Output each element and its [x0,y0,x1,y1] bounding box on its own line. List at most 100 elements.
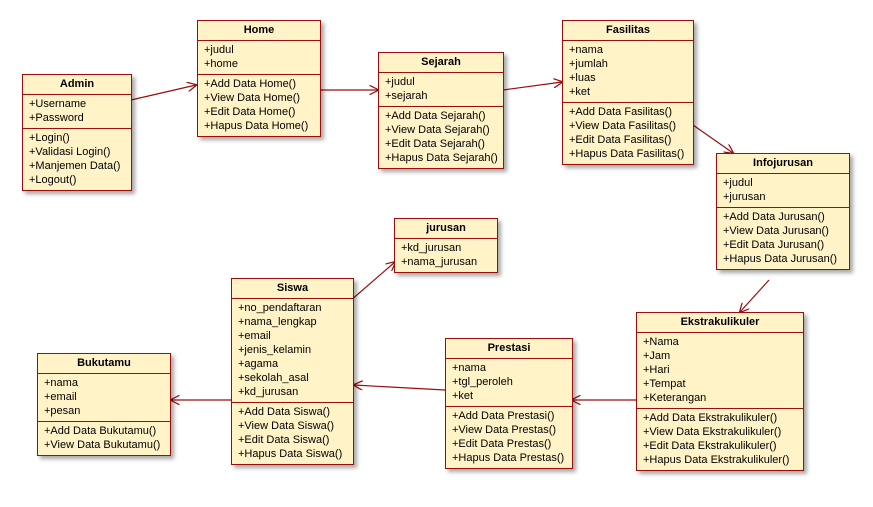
assoc-admin-home [131,85,196,100]
assoc-prestasi-siswa [354,385,445,390]
class-title: Home [198,21,320,41]
ops: +Add Data Bukutamu() +View Data Bukutamu… [38,422,170,455]
op: +Hapus Data Ekstrakulikuler() [643,453,797,467]
op: +Manjemen Data() [29,159,125,173]
op: +Edit Data Siswa() [238,433,347,447]
attr: +jenis_kelamin [238,343,347,357]
attr: +email [44,390,164,404]
attr: +Hari [643,363,797,377]
attr: +home [204,57,314,71]
ops: +Add Data Sejarah() +View Data Sejarah()… [379,107,503,168]
ops: +Login() +Validasi Login() +Manjemen Dat… [23,129,131,190]
op: +Add Data Bukutamu() [44,424,164,438]
attrs: +Nama +Jam +Hari +Tempat +Keterangan [637,333,803,409]
attr: +tgl_peroleh [452,375,566,389]
class-fasilitas: Fasilitas +nama +jumlah +luas +ket +Add … [562,20,694,165]
op: +View Data Home() [204,91,314,105]
attr: +nama_jurusan [401,255,491,269]
attr: +sekolah_asal [238,371,347,385]
attrs: +nama +jumlah +luas +ket [563,41,693,103]
op: +Edit Data Ekstrakulikuler() [643,439,797,453]
attr: +kd_jurusan [401,241,491,255]
op: +Edit Data Fasilitas() [569,133,687,147]
attr: +nama [452,361,566,375]
class-siswa: Siswa +no_pendaftaran +nama_lengkap +ema… [231,278,354,465]
ops: +Add Data Home() +View Data Home() +Edit… [198,75,320,136]
class-prestasi: Prestasi +nama +tgl_peroleh +ket +Add Da… [445,338,573,469]
op: +Add Data Home() [204,77,314,91]
class-title: jurusan [395,219,497,239]
attr: +pesan [44,404,164,418]
ops: +Add Data Jurusan() +View Data Jurusan()… [717,208,849,269]
attr: +nama [44,376,164,390]
class-infojurusan: Infojurusan +judul +jurusan +Add Data Ju… [716,153,850,270]
op: +View Data Prestas() [452,423,566,437]
class-title: Admin [23,75,131,95]
class-title: Infojurusan [717,154,849,174]
assoc-infojurusan-ekstra [740,280,769,312]
attr: +nama_lengkap [238,315,347,329]
attr: +Jam [643,349,797,363]
attrs: +kd_jurusan +nama_jurusan [395,239,497,272]
class-sejarah: Sejarah +judul +sejarah +Add Data Sejara… [378,52,504,169]
ops: +Add Data Prestasi() +View Data Prestas(… [446,407,572,468]
op: +Hapus Data Fasilitas() [569,147,687,161]
attr: +Password [29,111,125,125]
attr: +nama [569,43,687,57]
op: +View Data Fasilitas() [569,119,687,133]
assoc-siswa-jurusan [350,262,395,301]
attr: +sejarah [385,89,497,103]
op: +Hapus Data Siswa() [238,447,347,461]
op: +View Data Ekstrakulikuler() [643,425,797,439]
assoc-sejarah-fasilitas [503,82,562,90]
class-title: Ekstrakulikuler [637,313,803,333]
attr: +jumlah [569,57,687,71]
attr: +jurusan [723,190,843,204]
attr: +Username [29,97,125,111]
op: +Hapus Data Prestas() [452,451,566,465]
op: +View Data Jurusan() [723,224,843,238]
class-ekstrakulikuler: Ekstrakulikuler +Nama +Jam +Hari +Tempat… [636,312,804,471]
attr: +email [238,329,347,343]
attr: +Tempat [643,377,797,391]
op: +Login() [29,131,125,145]
op: +Hapus Data Home() [204,119,314,133]
op: +View Data Sejarah() [385,123,497,137]
attr: +judul [723,176,843,190]
class-title: Bukutamu [38,354,170,374]
op: +Add Data Jurusan() [723,210,843,224]
attr: +Keterangan [643,391,797,405]
attrs: +judul +jurusan [717,174,849,208]
attr: +agama [238,357,347,371]
op: +View Data Siswa() [238,419,347,433]
op: +Add Data Ekstrakulikuler() [643,411,797,425]
attr: +kd_jurusan [238,385,347,399]
op: +Edit Data Jurusan() [723,238,843,252]
attr: +ket [569,85,687,99]
class-jurusan: jurusan +kd_jurusan +nama_jurusan [394,218,498,273]
ops: +Add Data Fasilitas() +View Data Fasilit… [563,103,693,164]
attrs: +nama +email +pesan [38,374,170,422]
class-title: Sejarah [379,53,503,73]
class-bukutamu: Bukutamu +nama +email +pesan +Add Data B… [37,353,171,456]
uml-class-diagram: Admin +Username +Password +Login() +Vali… [0,0,873,507]
attrs: +Username +Password [23,95,131,129]
attr: +Nama [643,335,797,349]
class-title: Prestasi [446,339,572,359]
attr: +judul [385,75,497,89]
attr: +ket [452,389,566,403]
op: +Add Data Fasilitas() [569,105,687,119]
op: +Edit Data Prestas() [452,437,566,451]
assoc-fasilitas-infojurusan [693,125,733,153]
op: +View Data Bukutamu() [44,438,164,452]
attr: +luas [569,71,687,85]
class-admin: Admin +Username +Password +Login() +Vali… [22,74,132,191]
ops: +Add Data Ekstrakulikuler() +View Data E… [637,409,803,470]
attr: +judul [204,43,314,57]
ops: +Add Data Siswa() +View Data Siswa() +Ed… [232,403,353,464]
class-title: Siswa [232,279,353,299]
op: +Edit Data Home() [204,105,314,119]
op: +Add Data Prestasi() [452,409,566,423]
op: +Add Data Siswa() [238,405,347,419]
op: +Validasi Login() [29,145,125,159]
